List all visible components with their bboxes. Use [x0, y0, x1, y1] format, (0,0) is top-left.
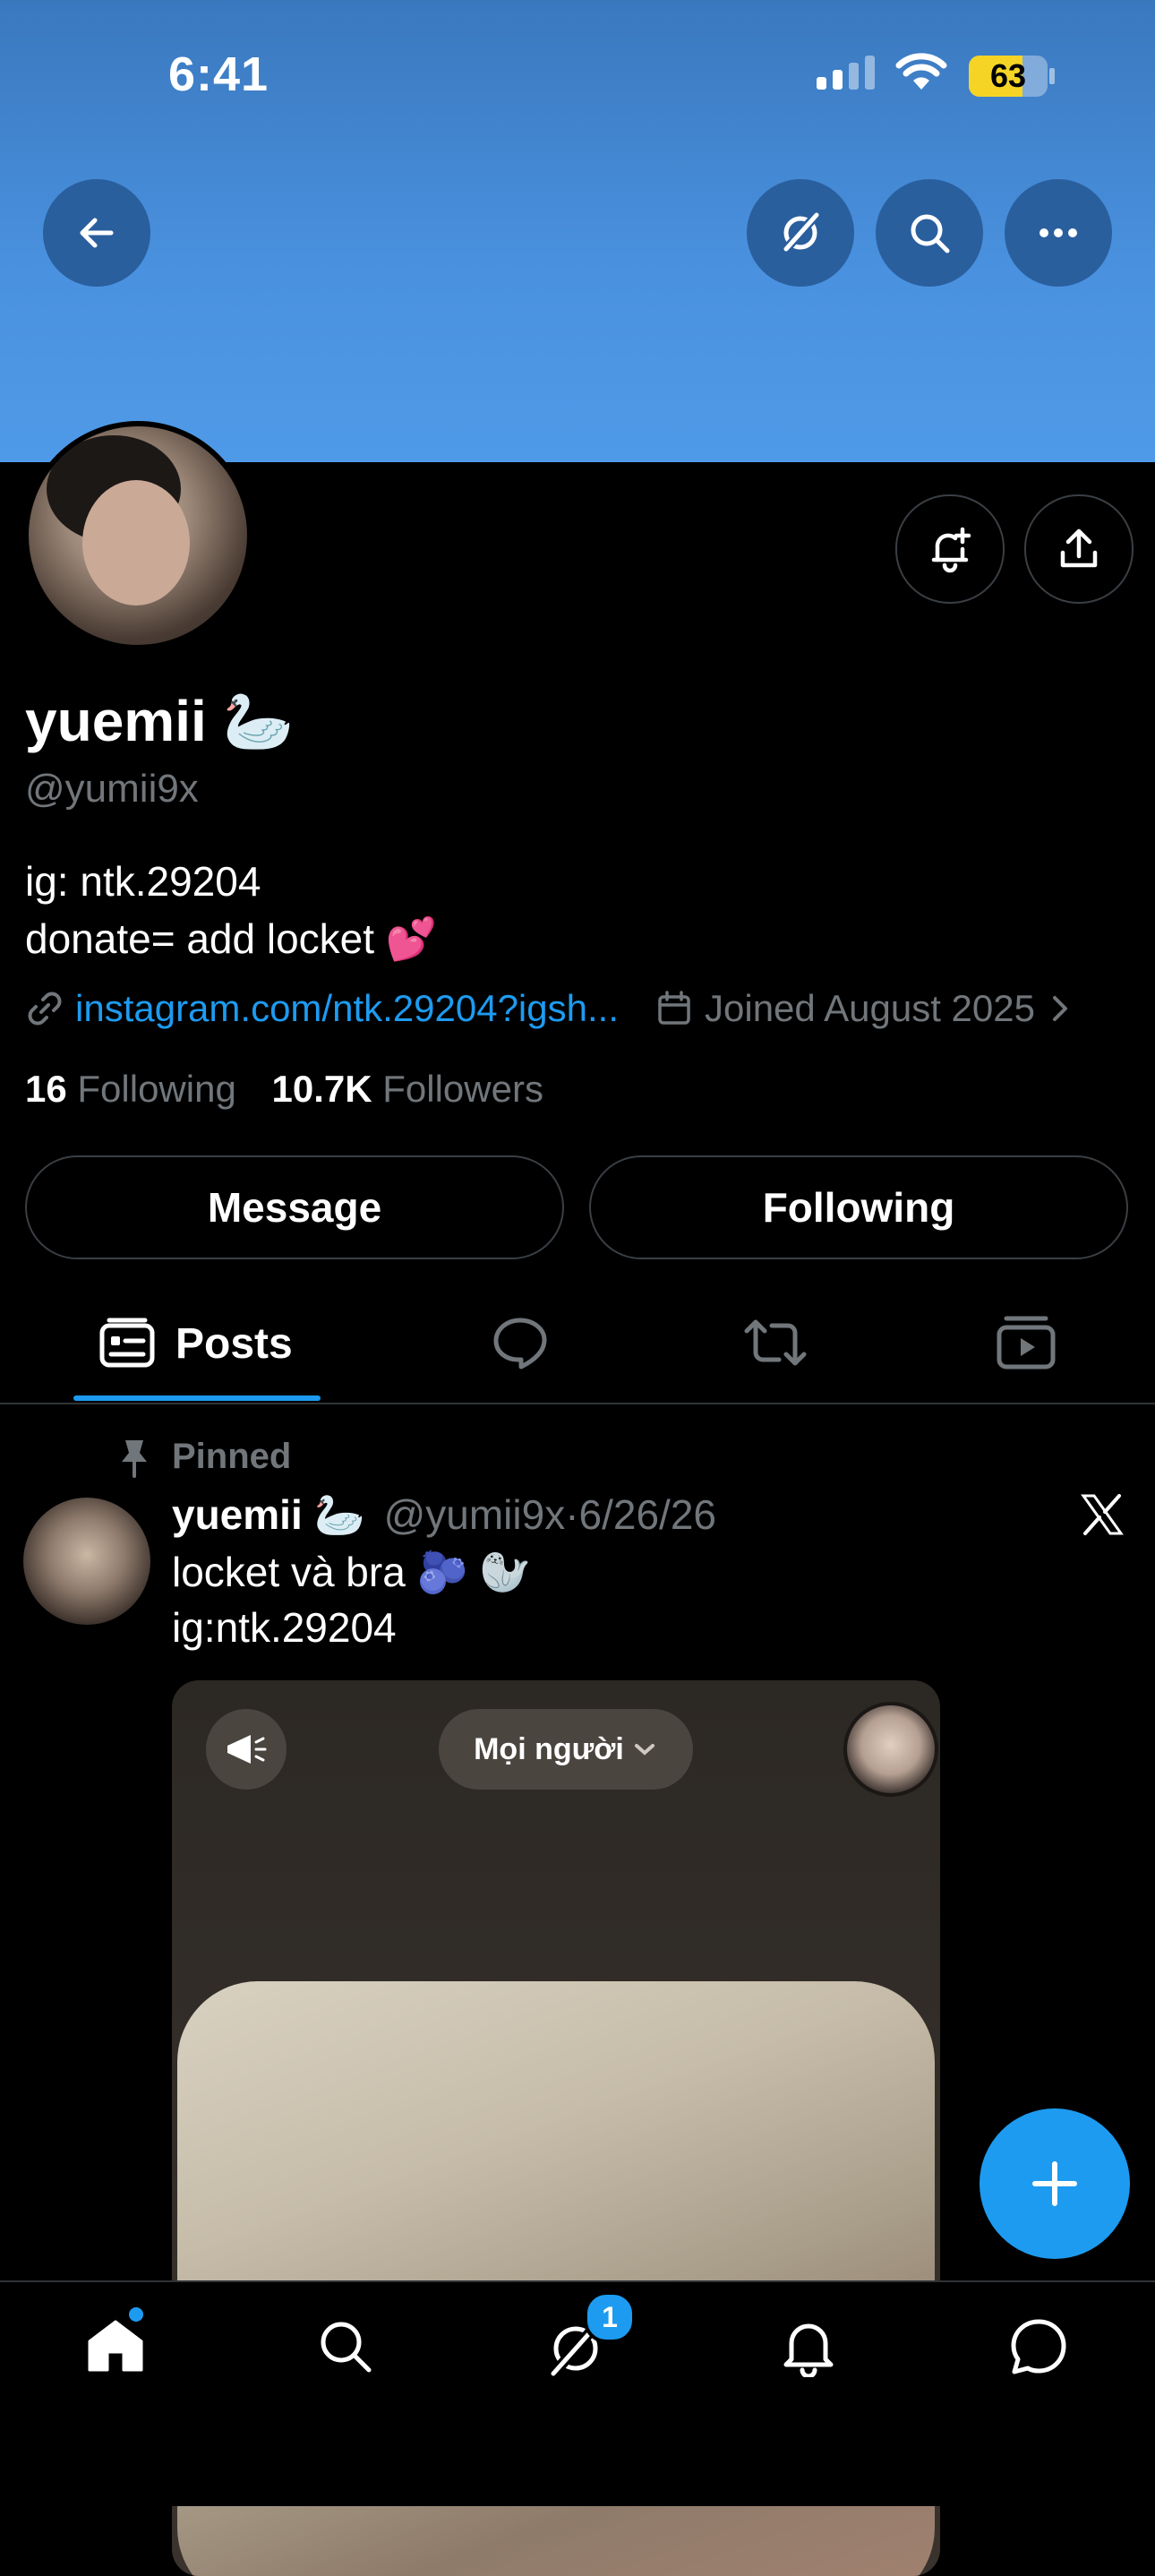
megaphone-icon [227, 1735, 267, 1764]
battery-icon: 63 [969, 56, 1048, 97]
active-tab-indicator [73, 1395, 321, 1401]
audience-dropdown-label: Mọi người [474, 1731, 624, 1766]
grok-button[interactable] [747, 179, 854, 287]
more-horizontal-icon [1040, 228, 1077, 237]
search-icon [911, 214, 950, 253]
message-button[interactable]: Message [25, 1155, 564, 1259]
post-author-emoji: 🦢 [313, 1491, 365, 1538]
posts-icon [99, 1318, 155, 1368]
status-time: 6:41 [168, 47, 270, 101]
post-separator: · [565, 1491, 579, 1538]
post-emojis: 🫐 🦭 [416, 1549, 531, 1595]
media-profile-thumbnail[interactable] [843, 1702, 938, 1797]
signal-icon [817, 56, 875, 90]
following-button[interactable]: Following [589, 1155, 1128, 1259]
chevron-down-icon [634, 1744, 654, 1756]
chevron-right-icon[interactable] [1048, 991, 1074, 1026]
arrow-left-icon [80, 218, 114, 248]
joined-date: Joined August 2025 [705, 987, 1035, 1029]
media-megaphone-button[interactable] [206, 1709, 287, 1790]
post-text-line-1-text: locket và bra [172, 1549, 406, 1595]
post-text-line-2: ig:ntk.29204 [172, 1604, 397, 1651]
nav-grok[interactable]: 1 [544, 2291, 636, 2379]
battery-level: 63 [989, 57, 1027, 94]
post-header: yuemii 🦢 @yumii9x·6/26/26 [172, 1490, 716, 1540]
pinned-label: Pinned [172, 1437, 292, 1476]
back-button[interactable] [43, 179, 150, 287]
bio-line-1: ig: ntk.29204 [25, 858, 261, 905]
post-text-line-1: locket và bra 🫐 🦭 [172, 1548, 531, 1597]
followers-label: Followers [382, 1068, 543, 1110]
profile-name-text: yuemii [25, 689, 207, 753]
profile-name: yuemii 🦢 [25, 688, 294, 755]
tab-replies[interactable] [491, 1313, 550, 1372]
calendar-icon [658, 991, 690, 1025]
following-label: Following [77, 1068, 236, 1110]
share-icon [1060, 528, 1098, 568]
nav-notifications[interactable] [777, 2314, 840, 2377]
link-icon [28, 992, 62, 1026]
follow-counts: 16 Following 10.7K Followers [25, 1068, 543, 1111]
home-new-dot [129, 2307, 143, 2322]
following-count-link[interactable]: 16 Following [25, 1068, 236, 1110]
wifi-icon [895, 53, 947, 90]
tab-posts-label: Posts [175, 1319, 293, 1368]
tab-posts[interactable]: Posts [98, 1317, 293, 1370]
followers-count-link[interactable]: 10.7K Followers [271, 1068, 543, 1110]
followers-count: 10.7K [271, 1068, 372, 1110]
share-button[interactable] [1024, 494, 1134, 604]
avatar-face [82, 480, 190, 605]
nav-messages[interactable] [1006, 2314, 1071, 2379]
nav-home[interactable] [84, 2307, 147, 2377]
post-author-name[interactable]: yuemii [172, 1491, 303, 1538]
swan-emoji: 🦢 [222, 689, 295, 753]
bottom-navigation [0, 2280, 1155, 2506]
pin-icon [122, 1440, 147, 1478]
bell-plus-icon [931, 527, 971, 573]
following-count: 16 [25, 1068, 67, 1110]
battery-cap [1049, 68, 1055, 84]
audience-dropdown[interactable]: Mọi người [439, 1709, 693, 1790]
home-icon [88, 2320, 143, 2372]
grok-badge: 1 [584, 2291, 636, 2343]
post-author-avatar[interactable] [23, 1498, 150, 1625]
post-author-handle[interactable]: @yumii9x [384, 1491, 566, 1538]
profile-meta: instagram.com/ntk.29204?igsh... Joined A… [25, 987, 1074, 1030]
hearts-emoji: 💕 [385, 915, 438, 962]
search-button[interactable] [876, 179, 983, 287]
bio-line-2: donate= add locket 💕 [25, 910, 437, 967]
profile-bio: ig: ntk.29204 donate= add locket 💕 [25, 853, 437, 967]
profile-avatar[interactable] [23, 421, 252, 650]
tab-reposts[interactable] [741, 1313, 809, 1372]
grok-icon [783, 212, 819, 253]
x-logo-icon[interactable] [1078, 1490, 1126, 1539]
more-button[interactable] [1005, 179, 1112, 287]
bio-line-2-text: donate= add locket [25, 915, 375, 962]
profile-handle: @yumii9x [25, 767, 199, 811]
tab-media[interactable] [996, 1313, 1057, 1372]
notifications-subscribe-button[interactable] [895, 494, 1005, 604]
plus-icon [1032, 2161, 1077, 2206]
nav-search[interactable] [315, 2316, 376, 2377]
compose-button[interactable] [980, 2108, 1130, 2259]
profile-website-link[interactable]: instagram.com/ntk.29204?igsh... [75, 987, 619, 1030]
post-date[interactable]: 6/26/26 [579, 1491, 716, 1538]
